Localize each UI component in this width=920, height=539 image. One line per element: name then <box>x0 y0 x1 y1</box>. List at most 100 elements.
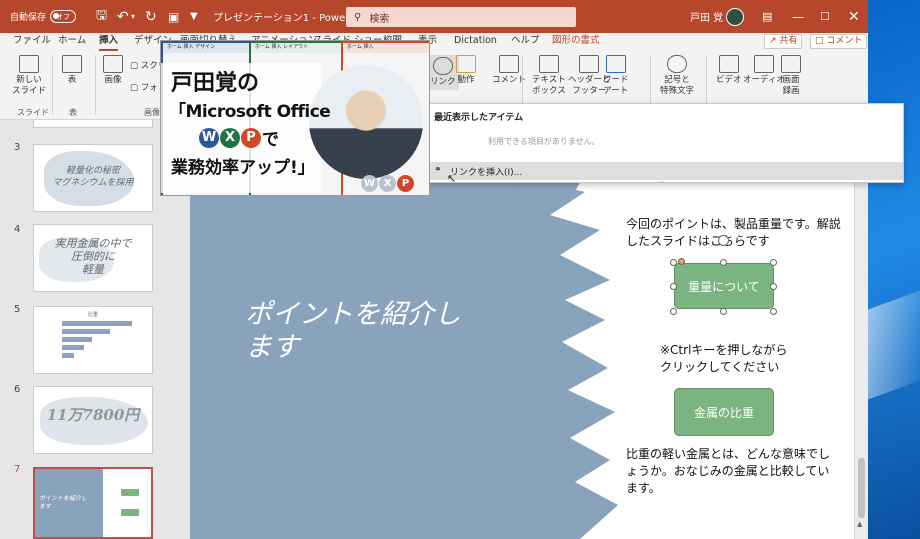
slide-number: 4 <box>14 224 21 235</box>
search-placeholder: 検索 <box>369 13 390 25</box>
table-button[interactable]: 表 <box>62 55 82 86</box>
slide-thumbnail-2[interactable] <box>33 120 153 128</box>
banner-line4: 業務効率アップ!」 <box>171 158 315 178</box>
metal-density-label: 金属の比重 <box>693 405 754 420</box>
slide-thumbnail-6[interactable]: 11万7800円 <box>33 386 153 454</box>
undo-dropdown-icon[interactable]: ▾ <box>131 0 135 33</box>
search-box[interactable]: ⚲ 検索 <box>346 7 576 27</box>
resize-grip-icon[interactable]: ⋯ <box>658 178 665 186</box>
table-label: 表 <box>67 75 77 85</box>
slide-body-text-top[interactable]: 今回のポイントは、製品重量です。解説したスライドはこちらです <box>626 216 841 250</box>
excel-logo-icon: X <box>220 127 240 148</box>
user-name[interactable]: 戸田 覚 <box>690 0 723 33</box>
video-icon <box>718 55 739 73</box>
redo-icon[interactable]: ↻ <box>145 0 157 33</box>
save-icon[interactable]: 🖫 <box>96 0 107 33</box>
action-button[interactable]: 動作 <box>456 55 476 86</box>
undo-icon[interactable]: ↶ <box>117 0 129 33</box>
record-icon <box>781 55 801 73</box>
slide-thumb-text: 実用金属の中で 圧倒的に 軽量 <box>54 237 132 276</box>
slide-thumbnail-4[interactable]: 実用金属の中で 圧倒的に 軽量 <box>33 224 153 292</box>
wordart-button[interactable]: ワード アート <box>603 55 629 97</box>
omega-icon <box>667 55 687 73</box>
link-dropdown-menu: 最近表示したアイテム 利用できる項目がありません。 ⚭ リンクを挿入(I)...… <box>427 103 904 186</box>
metal-density-link-button[interactable]: 金属の比重 <box>674 388 774 436</box>
tab-dictation[interactable]: Dictation <box>454 33 497 51</box>
action-label: 動作 <box>457 75 475 85</box>
weight-link-button[interactable]: 重量について <box>674 263 774 309</box>
slide-thumbnail-3[interactable]: 軽量化の秘密 マグネシウムを採用 <box>33 144 153 212</box>
minimize-icon[interactable]: — <box>792 0 804 33</box>
tab-help[interactable]: ヘルプ <box>511 33 540 51</box>
comments-button[interactable]: □ コメント <box>810 34 868 49</box>
presentation-start-icon[interactable]: ▣ <box>168 0 179 33</box>
image-icon <box>103 55 123 73</box>
slide-thumb-chart-title: 比重 <box>87 312 98 318</box>
screen-record-label: 画面 録画 <box>782 75 800 96</box>
screen-record-button[interactable]: 画面 録画 <box>781 55 801 97</box>
ribbon-display-icon[interactable]: ▤ <box>762 0 772 33</box>
autosave-label: 自動保存 <box>10 13 47 23</box>
share-button[interactable]: ↗ 共有 <box>764 34 803 49</box>
video-label: ビデオ <box>716 75 742 85</box>
header-footer-icon <box>579 55 600 73</box>
slide-title[interactable]: ポイントを紹介し ます <box>245 298 545 364</box>
ribbon-divider <box>95 55 96 115</box>
powerpoint-logo-icon: P <box>241 127 261 148</box>
textbox-icon <box>538 55 559 73</box>
comment-label: コメント <box>492 75 527 85</box>
slide-thumb-text: ポイントを紹介し ます <box>39 495 88 510</box>
course-banner-overlay: ホーム 挿入 デザイン ホーム 挿入 レイアウト ホーム 挿入 戸田覚の 「Mi… <box>160 40 430 196</box>
group-label-tables: 表 <box>69 108 77 117</box>
scrollbar-thumb[interactable] <box>858 458 865 518</box>
avatar[interactable] <box>726 0 744 33</box>
no-items-text: 利用できる項目がありません。 <box>488 137 600 146</box>
tab-file[interactable]: ファイル <box>13 33 51 51</box>
symbols-button[interactable]: 記号と 特殊文字 <box>660 55 694 97</box>
word-logo-icon: W <box>199 127 219 148</box>
tab-shape-format[interactable]: 図形の書式 <box>552 33 600 51</box>
textbox-label: テキスト ボックス <box>532 75 566 96</box>
slide-number: 3 <box>14 142 21 153</box>
link-button[interactable]: リンク <box>427 55 459 90</box>
customize-qat-icon[interactable]: ▼ <box>190 0 198 33</box>
insert-link-label: リンクを挿入(I)... <box>450 168 523 178</box>
comment-button[interactable]: コメント <box>492 55 526 86</box>
desktop-background <box>868 0 920 539</box>
rotate-handle-icon[interactable] <box>718 235 729 246</box>
banner-line1: 戸田覚の <box>171 71 260 96</box>
group-label-slides: スライド <box>17 108 49 117</box>
autosave-toggle[interactable]: 自動保存 オフ <box>10 0 78 33</box>
thumb-bar <box>62 321 132 326</box>
slide-thumb-text: 11万7800円 <box>46 406 140 424</box>
thumb-bar <box>62 337 92 342</box>
scroll-up-icon[interactable]: ▲ <box>857 520 862 528</box>
autosave-switch[interactable] <box>50 10 77 23</box>
slide-body-text-bottom[interactable]: 比重の軽い金属とは、どんな意味でしょうか。おなじみの金属と比較しています。 <box>626 446 841 497</box>
audio-label: オーディオ <box>743 75 785 85</box>
slide-number: 7 <box>14 464 21 475</box>
tab-home[interactable]: ホーム <box>58 33 86 51</box>
insert-link-menu-item[interactable]: ⚭ リンクを挿入(I)... <box>428 162 903 180</box>
thumb-bar <box>62 353 74 358</box>
maximize-icon[interactable]: ☐ <box>820 0 830 33</box>
comment-icon <box>499 55 519 73</box>
slide-thumbnail-5[interactable]: 比重 <box>33 306 153 374</box>
wordart-label: ワード アート <box>603 75 629 96</box>
video-button[interactable]: ビデオ <box>716 55 742 86</box>
link-label: リンク <box>430 77 456 87</box>
tab-insert[interactable]: 挿入 <box>99 33 119 51</box>
comments-label: コメント <box>826 36 863 46</box>
textbox-button[interactable]: テキスト ボックス <box>532 55 566 97</box>
slide-thumbnail-7[interactable]: ポイントを紹介し ます <box>33 467 153 539</box>
shot-tabs: ホーム 挿入 <box>343 43 429 53</box>
ctrl-click-note: ※Ctrlキーを押しながら クリックしてください <box>660 343 788 374</box>
images-button[interactable]: 画像 <box>103 55 123 86</box>
close-icon[interactable]: ✕ <box>848 0 860 33</box>
audio-button[interactable]: オーディオ <box>743 55 785 86</box>
shot-tabs: ホーム 挿入 デザイン <box>163 43 249 53</box>
share-label: 共有 <box>779 36 798 46</box>
new-slide-button[interactable]: 新しい スライド <box>12 55 46 97</box>
mouse-cursor-icon: ↖ <box>447 172 457 185</box>
slide-number: 5 <box>14 304 21 315</box>
